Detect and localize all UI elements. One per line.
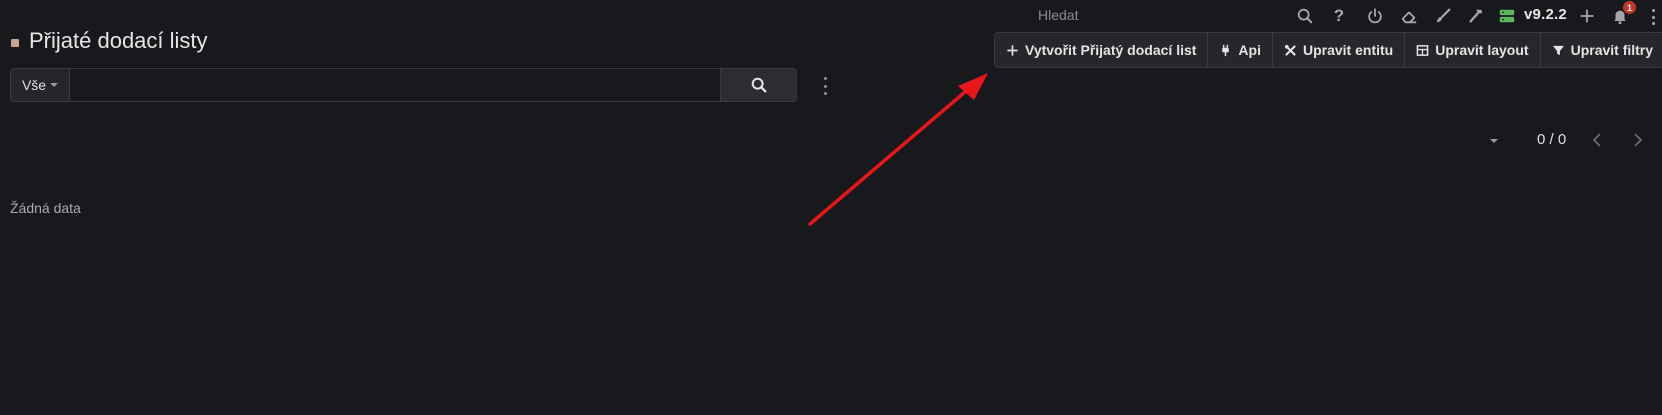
edit-filters-label: Upravit filtry xyxy=(1570,42,1654,58)
chevron-left-icon[interactable] xyxy=(1587,129,1607,151)
search-icon[interactable] xyxy=(1295,6,1315,26)
plus-icon[interactable] xyxy=(1577,6,1597,26)
edit-entity-label: Upravit entitu xyxy=(1302,42,1394,58)
app-version: v9.2.2 xyxy=(1524,6,1567,23)
plug-icon xyxy=(1222,44,1230,56)
server-icon[interactable] xyxy=(1497,6,1517,26)
edit-layout-label: Upravit layout xyxy=(1435,42,1529,58)
create-record-label: Vytvořit Přijatý dodací list xyxy=(1025,42,1197,58)
create-record-button[interactable]: Vytvořit Přijatý dodací list xyxy=(995,33,1209,67)
filter-dropdown[interactable]: Vše xyxy=(11,69,70,101)
api-button[interactable]: Api xyxy=(1208,33,1273,67)
brush-icon[interactable] xyxy=(1433,6,1453,26)
help-icon[interactable]: ? xyxy=(1329,6,1349,26)
pager-count: 0 / 0 xyxy=(1537,131,1567,148)
plus-icon xyxy=(1007,44,1018,56)
title-color-marker xyxy=(11,39,19,47)
chevron-right-icon[interactable] xyxy=(1628,129,1648,151)
list-search-input[interactable] xyxy=(70,69,720,101)
list-search-bar: Vše xyxy=(10,68,797,102)
power-icon[interactable] xyxy=(1365,6,1385,26)
search-icon xyxy=(751,77,766,93)
hammer-icon[interactable] xyxy=(1466,6,1486,26)
more-options-icon[interactable] xyxy=(822,77,828,95)
api-label: Api xyxy=(1238,42,1261,58)
global-search-input[interactable]: Hledat xyxy=(1038,7,1078,23)
bell-icon[interactable]: 1 xyxy=(1610,1,1636,26)
filter-dropdown-label: Vše xyxy=(21,77,47,93)
table-icon xyxy=(1416,44,1429,56)
edit-entity-button[interactable]: Upravit entitu xyxy=(1272,33,1406,67)
page-size-dropdown[interactable] xyxy=(1490,139,1498,143)
caret-down-icon xyxy=(50,83,59,87)
edit-filters-button[interactable]: Upravit filtry xyxy=(1540,33,1662,67)
edit-layout-button[interactable]: Upravit layout xyxy=(1405,33,1541,67)
page-title: Přijaté dodací listy xyxy=(29,28,208,53)
action-button-group: Vytvořit Přijatý dodací list Api Upravit… xyxy=(994,32,1662,68)
search-button[interactable] xyxy=(720,69,796,101)
notification-badge: 1 xyxy=(1623,1,1636,14)
more-vertical-icon[interactable] xyxy=(1652,9,1656,25)
filter-icon xyxy=(1552,45,1564,55)
eraser-icon[interactable] xyxy=(1399,6,1419,26)
empty-list-message: Žádná data xyxy=(10,200,81,216)
tools-icon xyxy=(1284,44,1296,56)
